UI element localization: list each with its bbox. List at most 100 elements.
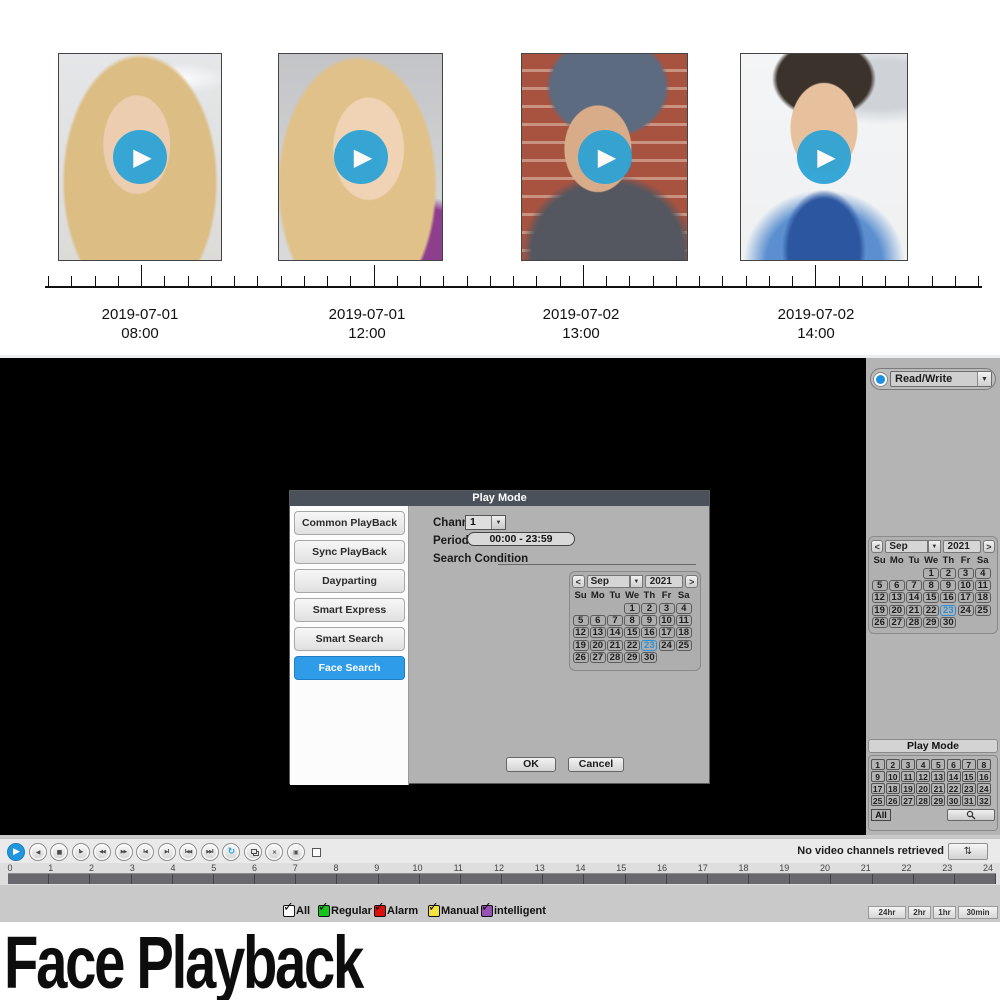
rewind-icon[interactable]: ◀◀ (99, 849, 106, 855)
channel-number[interactable]: 5 (931, 758, 946, 770)
hour-label[interactable]: 17 (698, 863, 708, 873)
calendar-cell[interactable]: 7 (606, 614, 623, 627)
calendar-cell[interactable]: 2 (940, 567, 957, 579)
tick-mark[interactable] (699, 276, 700, 287)
calendar-day[interactable]: 1 (624, 602, 641, 614)
timestamp-time[interactable]: 08:00 (102, 324, 179, 343)
chevron-down-icon[interactable]: ▼ (928, 540, 941, 553)
calendar-day[interactable]: 19 (572, 639, 589, 651)
close-button[interactable]: × (265, 843, 283, 861)
timestamp-date[interactable]: 2019-07-01 (102, 305, 179, 324)
hour-segment[interactable] (8, 874, 50, 884)
channel-number[interactable]: 31 (961, 795, 976, 807)
calendar-cell[interactable]: 21 (606, 639, 623, 651)
hour-segment[interactable] (626, 874, 667, 884)
calendar-day-headers[interactable]: Su Mo Tu We Th Fr Sa (572, 590, 698, 602)
calendar-cell[interactable]: 20 (589, 639, 606, 651)
play-icon[interactable]: ▶ (13, 847, 20, 857)
reverse-play-icon[interactable]: ◀ (36, 849, 41, 856)
tab-sync-playback[interactable]: Sync PlayBack (294, 540, 405, 564)
calendar-day[interactable]: 12 (572, 627, 589, 639)
cancel-button[interactable]: Cancel (568, 757, 624, 772)
channel-number[interactable]: 32 (976, 795, 991, 807)
tick-mark[interactable] (606, 276, 607, 287)
calendar-cell[interactable]: 4 (974, 567, 991, 579)
calendar-day[interactable]: 16 (641, 627, 658, 639)
timestamp-date[interactable]: 2019-07-02 (778, 305, 855, 324)
face-snapshot[interactable]: ▶ (58, 53, 222, 261)
period-input[interactable]: 00:00 - 23:59 (467, 532, 575, 546)
hour-label[interactable]: 9 (374, 863, 379, 873)
calendar-day[interactable]: 4 (675, 602, 692, 614)
disk-mode-dropdown[interactable]: Read/Write ▼ (890, 371, 992, 387)
next-file-button[interactable]: ▶▶I (200, 843, 219, 861)
calendar-week[interactable]: 19 20 21 22 23 24 25 (572, 639, 698, 651)
hour-label[interactable]: 16 (657, 863, 667, 873)
calendar-day[interactable]: 9 (940, 580, 957, 592)
calendar-month-value[interactable]: Sep (586, 575, 631, 588)
hour-segment[interactable] (90, 874, 132, 884)
fast-forward-button[interactable]: ▶▶ (114, 843, 133, 861)
hour-label[interactable]: 19 (779, 863, 789, 873)
hour-label[interactable]: 3 (130, 863, 135, 873)
scale-button-1hr[interactable]: 1hr (933, 906, 956, 919)
channel-number[interactable]: 1 (870, 758, 885, 770)
calendar-day[interactable]: 6 (888, 580, 905, 592)
calendar-week[interactable]: 26 27 28 29 30 (572, 652, 698, 664)
calendar-cell[interactable]: 25 (974, 604, 991, 616)
calendar-cell[interactable]: 27 (888, 617, 905, 629)
timestamp-time[interactable]: 13:00 (543, 324, 620, 343)
calendar-day[interactable]: 30 (641, 652, 658, 664)
calendar-day[interactable]: 24 (957, 604, 974, 616)
calendar-cell[interactable]: 1 (624, 602, 641, 614)
tick-mark[interactable] (954, 276, 956, 287)
calendar-day[interactable]: 23 (940, 604, 957, 616)
calendar-cell[interactable]: 7 (905, 579, 922, 592)
calendar-cell[interactable]: 19 (871, 604, 888, 616)
calendar-day[interactable]: 29 (923, 617, 940, 629)
tick-mark[interactable] (489, 276, 491, 287)
repeat-icon[interactable]: ↻ (228, 847, 235, 857)
tick-mark[interactable] (536, 276, 538, 287)
calendar-day[interactable]: 30 (940, 617, 957, 629)
next-frame-button[interactable]: ▶I (157, 843, 176, 861)
channel-number[interactable]: 20 (916, 782, 931, 794)
face-snapshot[interactable]: ▶ (740, 53, 908, 261)
tick-mark[interactable] (396, 276, 398, 287)
channel-number[interactable]: 14 (946, 770, 961, 782)
hour-segment[interactable] (667, 874, 708, 884)
channel-number[interactable]: 16 (976, 770, 991, 782)
tick-mark[interactable] (885, 276, 886, 287)
channel-number[interactable]: 28 (916, 795, 931, 807)
calendar-cell[interactable]: 26 (572, 652, 589, 664)
calendar-cell[interactable] (675, 652, 692, 664)
channel-number[interactable]: 25 (870, 795, 885, 807)
tab-common-playback[interactable]: Common PlayBack (294, 511, 405, 535)
hour-label[interactable]: 8 (333, 863, 338, 873)
calendar-year-value[interactable]: 2021 (644, 575, 684, 588)
calendar-cell[interactable]: 17 (658, 627, 675, 639)
hour-segment[interactable] (173, 874, 214, 884)
calendar-cell[interactable]: 12 (871, 592, 888, 604)
tick-mark[interactable] (861, 276, 863, 287)
calendar-day[interactable]: 8 (624, 615, 641, 627)
calendar-day[interactable]: 23 (641, 639, 658, 651)
hour-segment[interactable] (379, 874, 420, 884)
hour-segment[interactable] (132, 874, 173, 884)
calendar-cell[interactable] (871, 567, 888, 579)
calendar-day[interactable]: 21 (606, 639, 623, 651)
stop-button[interactable]: ■ (50, 843, 68, 861)
hour-segment[interactable] (790, 874, 832, 884)
hour-segment[interactable] (831, 874, 873, 884)
calendar-cell[interactable]: 29 (624, 652, 641, 664)
play-icon[interactable]: ▶ (354, 143, 372, 171)
calendar-cell[interactable] (572, 602, 589, 614)
calendar-day[interactable]: 1 (923, 567, 940, 579)
day-header[interactable]: We (624, 590, 641, 602)
calendar-cell[interactable]: 6 (888, 579, 905, 592)
record-icon[interactable]: ▣ (293, 849, 299, 856)
channel-number[interactable]: 9 (870, 770, 885, 782)
calendar-cell[interactable]: 30 (940, 617, 957, 629)
play-icon[interactable]: ▶ (133, 143, 151, 171)
day-header[interactable]: Tu (606, 590, 623, 602)
